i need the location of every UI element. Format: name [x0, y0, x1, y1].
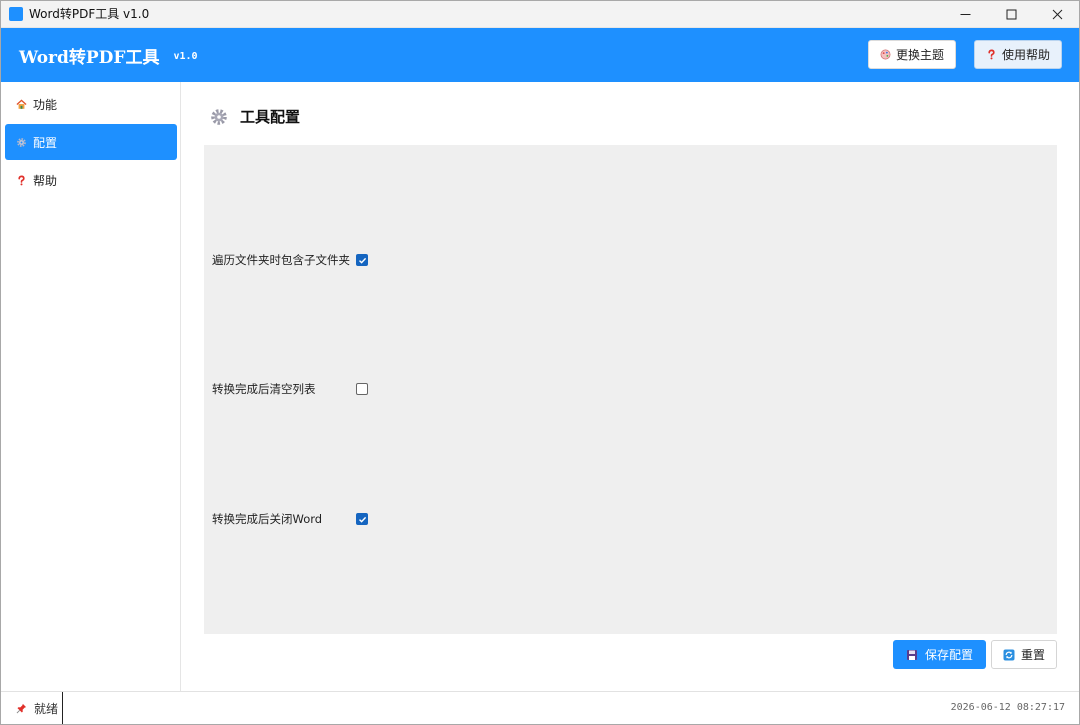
clear-list-checkbox[interactable] [356, 383, 368, 395]
minimize-icon [960, 13, 970, 15]
check-icon [358, 257, 366, 264]
sidebar-item-help[interactable]: 帮助 [5, 162, 177, 198]
refresh-icon [1003, 649, 1015, 660]
config-panel: 遍历文件夹时包含子文件夹 转换完成后清空列表 转换完成后关闭Word [204, 145, 1057, 634]
option-close-word: 转换完成后关闭Word [212, 511, 368, 527]
status-timestamp: 2026-06-12 08:27:17 [950, 702, 1065, 713]
sidebar-item-config[interactable]: 配置 [5, 124, 177, 160]
reset-label: 重置 [1020, 648, 1045, 662]
option-label: 转换完成后关闭Word [212, 512, 323, 526]
maximize-icon [1006, 9, 1016, 19]
pushpin-icon [16, 703, 27, 713]
include-subfolders-checkbox[interactable] [356, 254, 368, 266]
sidebar: 功能 配置 帮助 [1, 82, 181, 691]
gear-icon [17, 137, 26, 147]
window-titlebar: Word转PDF工具 v1.0 [0, 0, 1080, 28]
app-version: v1.0 [173, 50, 198, 62]
status-text: 就绪 [34, 701, 59, 716]
reset-button[interactable]: 重置 [991, 640, 1057, 669]
status-bar: 就绪 2026-06-12 08:27:17 [1, 691, 1079, 724]
page-header: 工具配置 [210, 106, 300, 127]
change-theme-button[interactable]: 更换主题 [868, 40, 956, 69]
palette-icon [880, 49, 891, 60]
app-icon [9, 6, 23, 21]
minimize-button[interactable] [942, 0, 988, 28]
close-word-checkbox[interactable] [356, 513, 368, 525]
maximize-button[interactable] [988, 0, 1034, 28]
option-label: 转换完成后清空列表 [212, 382, 316, 396]
home-icon [16, 99, 27, 109]
main-content: 工具配置 遍历文件夹时包含子文件夹 转换完成后清空列表 转换完成后关闭Word … [182, 82, 1079, 691]
sidebar-item-label: 功能 [33, 97, 58, 112]
close-button[interactable] [1034, 0, 1080, 28]
option-label: 遍历文件夹时包含子文件夹 [212, 253, 350, 267]
sidebar-item-function[interactable]: 功能 [5, 86, 177, 122]
status-indicator: 就绪 [1, 692, 63, 724]
floppy-disk-icon [906, 649, 917, 660]
usage-help-label: 使用帮助 [1001, 48, 1050, 62]
window-controls [942, 0, 1080, 28]
check-icon [358, 516, 366, 523]
close-icon [1052, 9, 1062, 19]
change-theme-label: 更换主题 [895, 48, 944, 62]
option-include-subfolders: 遍历文件夹时包含子文件夹 [212, 252, 368, 268]
question-icon [988, 49, 995, 60]
sidebar-item-label: 配置 [33, 135, 58, 150]
question-icon [18, 175, 25, 185]
option-clear-list: 转换完成后清空列表 [212, 381, 368, 397]
gear-icon [211, 108, 227, 125]
save-config-label: 保存配置 [924, 648, 973, 662]
sidebar-item-label: 帮助 [33, 173, 58, 188]
usage-help-button[interactable]: 使用帮助 [974, 40, 1062, 69]
save-config-button[interactable]: 保存配置 [893, 640, 986, 669]
page-title: 工具配置 [240, 108, 301, 126]
window-title: Word转PDF工具 v1.0 [29, 7, 150, 21]
app-header: Word转PDF工具 v1.0 更换主题 使用帮助 [1, 28, 1079, 82]
app-title: Word转PDF工具 [19, 47, 160, 68]
